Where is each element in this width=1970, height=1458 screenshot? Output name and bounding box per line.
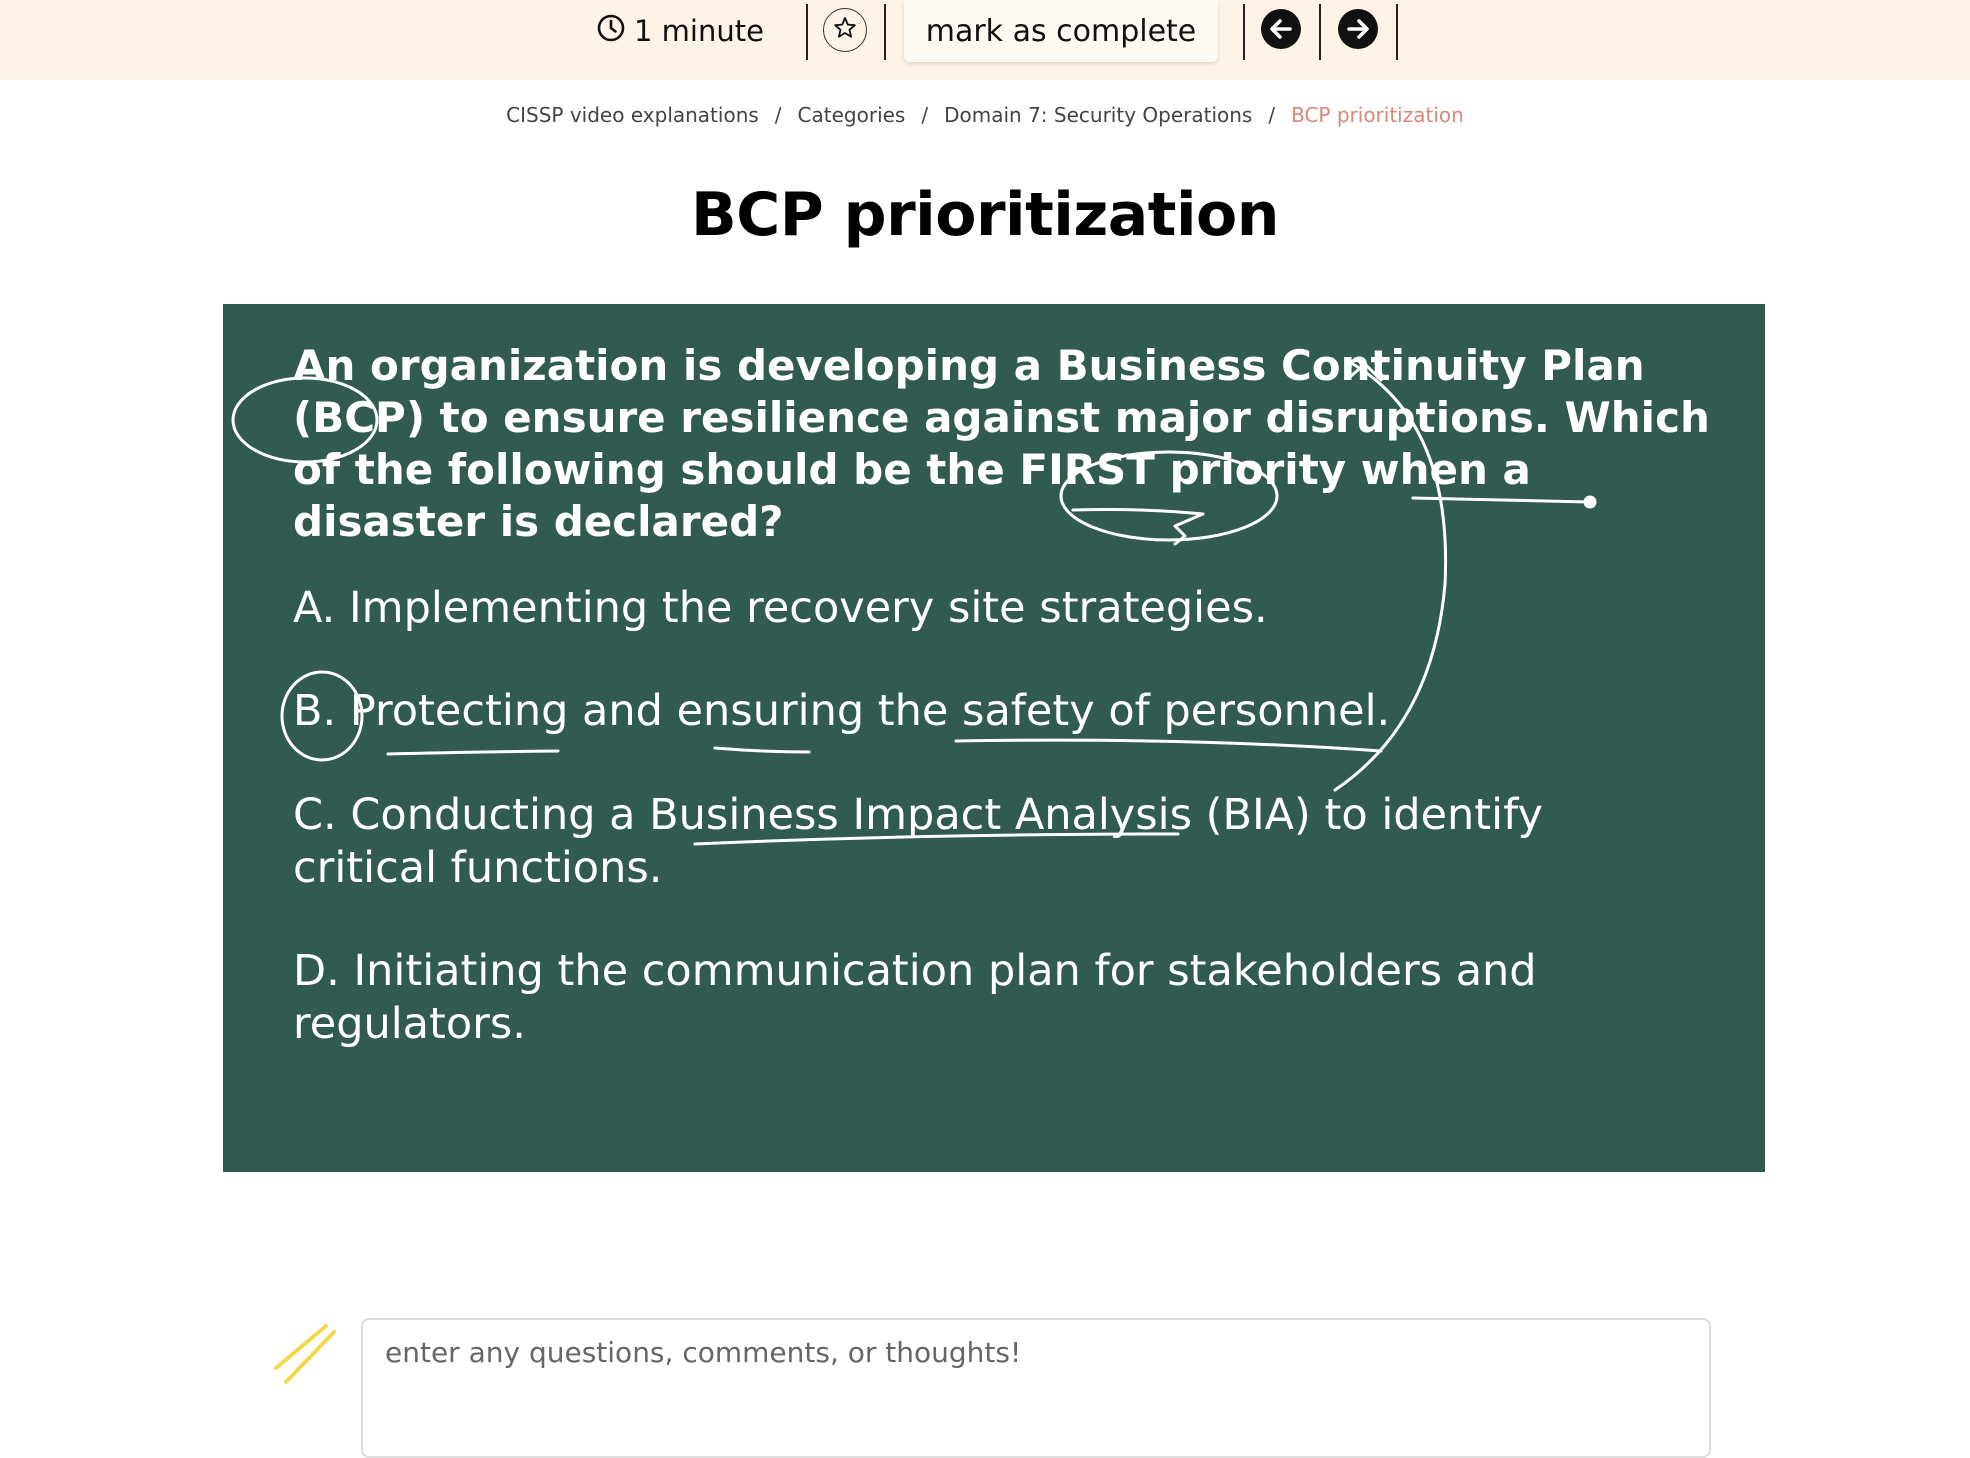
underline-safety-personnel xyxy=(954,738,1383,753)
comment-input[interactable] xyxy=(361,1318,1711,1458)
toolbar-divider xyxy=(1243,4,1245,60)
toolbar-divider xyxy=(1396,4,1398,60)
favorite-button[interactable] xyxy=(823,8,867,52)
top-toolbar: 1 minute mark as complete xyxy=(0,0,1970,80)
pencil-doodle-icon xyxy=(274,1324,336,1384)
clock-icon xyxy=(596,13,626,50)
breadcrumb-separator: / xyxy=(921,103,929,127)
underline-protecting xyxy=(386,749,560,756)
breadcrumb-separator: / xyxy=(1268,103,1276,127)
breadcrumb-item-domain[interactable]: Domain 7: Security Operations xyxy=(944,103,1252,127)
breadcrumb: CISSP video explanations / Categories / … xyxy=(0,98,1970,132)
option-d: D. Initiating the communication plan for… xyxy=(293,946,1537,1049)
duration-indicator: 1 minute xyxy=(596,10,764,52)
breadcrumb-item-categories[interactable]: Categories xyxy=(798,103,906,127)
video-player[interactable]: An organization is developing a Business… xyxy=(223,304,1765,1172)
mark-complete-button[interactable]: mark as complete xyxy=(904,0,1218,62)
previous-button[interactable] xyxy=(1260,8,1302,50)
underline-ensuring xyxy=(713,746,811,754)
option-a: A. Implementing the recovery site strate… xyxy=(293,583,1268,633)
duration-text: 1 minute xyxy=(634,14,764,48)
next-button[interactable] xyxy=(1337,8,1379,50)
breadcrumb-item-current: BCP prioritization xyxy=(1291,103,1464,127)
toolbar-divider xyxy=(806,4,808,60)
option-c: C. Conducting a Business Impact Analysis… xyxy=(293,790,1543,893)
arrow-left-icon xyxy=(1260,9,1302,54)
arrow-right-icon xyxy=(1337,9,1379,54)
option-b: B. Protecting and ensuring the safety of… xyxy=(293,686,1391,736)
breadcrumb-item-cissp[interactable]: CISSP video explanations xyxy=(506,103,759,127)
question-text: An organization is developing a Business… xyxy=(293,341,1710,546)
page-title: BCP prioritization xyxy=(691,180,1279,250)
star-icon xyxy=(832,15,858,45)
toolbar-divider xyxy=(1319,4,1321,60)
toolbar-divider xyxy=(884,4,886,60)
breadcrumb-separator: / xyxy=(774,103,782,127)
